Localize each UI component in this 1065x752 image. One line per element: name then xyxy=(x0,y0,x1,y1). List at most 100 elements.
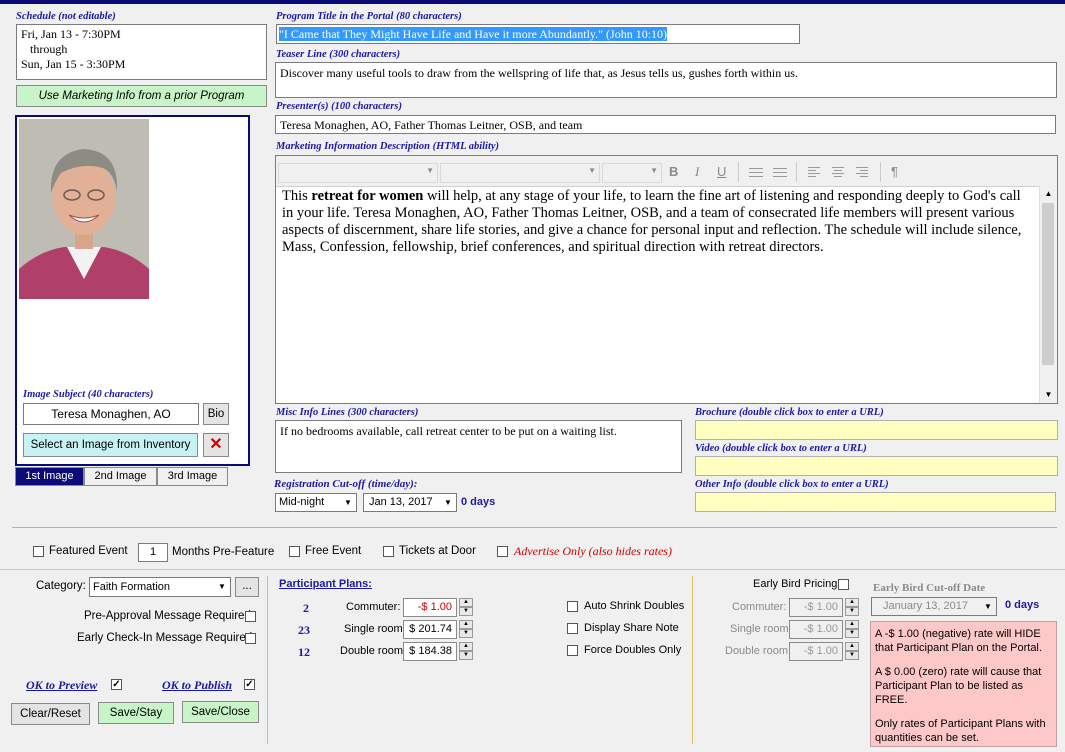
tab-3rd-image[interactable]: 3rd Image xyxy=(157,467,228,486)
early-bird-cutoff-label: Early Bird Cut-off Date xyxy=(873,582,986,594)
category-more-button[interactable]: ... xyxy=(235,577,259,597)
scroll-down-icon[interactable]: ▼ xyxy=(1040,387,1057,403)
rate-info-box: A -$ 1.00 (negative) rate will HIDE that… xyxy=(870,621,1057,747)
align-center-icon[interactable] xyxy=(832,166,844,178)
plan-count-double: 12 xyxy=(298,645,310,659)
schedule-label: Schedule (not editable) xyxy=(16,11,116,22)
scroll-up-icon[interactable]: ▲ xyxy=(1040,186,1057,202)
teaser-label: Teaser Line (300 characters) xyxy=(276,49,401,60)
bio-button[interactable]: Bio xyxy=(203,403,229,425)
select-image-button[interactable]: Select an Image from Inventory xyxy=(23,433,198,457)
force-doubles-checkbox[interactable] xyxy=(567,645,578,656)
section-divider xyxy=(0,569,1065,570)
schedule-box: Fri, Jan 13 - 7:30PM through Sun, Jan 15… xyxy=(16,24,267,80)
tab-2nd-image[interactable]: 2nd Image xyxy=(84,467,157,486)
save-close-button[interactable]: Save/Close xyxy=(182,701,259,723)
align-left-icon[interactable] xyxy=(808,166,820,178)
paragraph-marks-button[interactable]: ¶ xyxy=(891,164,898,179)
chevron-down-icon[interactable]: ▼ xyxy=(440,494,456,511)
align-right-icon[interactable] xyxy=(856,166,868,178)
bullet-list-icon[interactable] xyxy=(773,166,787,178)
description-scrollbar[interactable]: ▲ ▼ xyxy=(1039,186,1057,403)
plan-rate-commuter[interactable]: -$ 1.00 xyxy=(403,598,457,617)
pre-approval-checkbox[interactable] xyxy=(245,611,256,622)
early-checkin-label: Early Check-In Message Required xyxy=(77,632,253,644)
description-text[interactable]: This retreat for women will help, at any… xyxy=(282,188,1034,256)
participant-plans-title: Participant Plans: xyxy=(279,578,372,590)
stepper-commuter[interactable]: ▲ ▼ xyxy=(459,598,473,617)
early-bird-checkbox[interactable] xyxy=(838,579,849,590)
plan-rate-double[interactable]: $ 184.38 xyxy=(403,642,457,661)
free-event-label: Free Event xyxy=(305,545,362,557)
featured-checkbox[interactable] xyxy=(33,546,44,557)
category-value: Faith Formation xyxy=(93,581,171,593)
advertise-checkbox[interactable] xyxy=(497,546,508,557)
chevron-down-icon[interactable]: ▼ xyxy=(980,598,996,615)
eb-label-commuter: Commuter: xyxy=(732,601,787,613)
ok-to-preview-checkbox[interactable]: ✓ xyxy=(111,679,122,690)
eb-stepper-commuter[interactable]: ▲ ▼ xyxy=(845,598,859,617)
tickets-checkbox[interactable] xyxy=(383,546,394,557)
auto-shrink-checkbox[interactable] xyxy=(567,601,578,612)
cutoff-time-value: Mid-night xyxy=(279,496,325,508)
plan-rate-single[interactable]: $ 201.74 xyxy=(403,620,457,639)
other-info-url-input[interactable] xyxy=(695,492,1056,512)
font-size-select[interactable]: ▼ xyxy=(440,163,600,183)
save-stay-button[interactable]: Save/Stay xyxy=(98,702,174,724)
program-title-input[interactable]: "I Came that They Might Have Life and Ha… xyxy=(276,24,800,44)
toolbar-divider xyxy=(880,162,881,182)
cutoff-label: Registration Cut-off (time/day): xyxy=(274,478,418,490)
video-url-input[interactable] xyxy=(695,456,1058,476)
image-subject-input[interactable]: Teresa Monaghen, AO xyxy=(23,403,199,425)
description-label: Marketing Information Description (HTML … xyxy=(276,141,500,152)
eb-rate-double[interactable]: -$ 1.00 xyxy=(789,642,843,661)
category-select[interactable]: Faith Formation ▼ xyxy=(89,577,231,597)
early-checkin-checkbox[interactable] xyxy=(245,633,256,644)
other-info-label: Other Info (double click box to enter a … xyxy=(695,479,889,490)
eb-rate-single[interactable]: -$ 1.00 xyxy=(789,620,843,639)
eb-rate-commuter[interactable]: -$ 1.00 xyxy=(789,598,843,617)
rate-info-zero: A $ 0.00 (zero) rate will cause that Par… xyxy=(875,666,1042,706)
italic-button[interactable]: I xyxy=(695,164,699,180)
months-input[interactable]: 1 xyxy=(138,543,168,562)
ok-to-publish-label[interactable]: OK to Publish xyxy=(162,678,232,693)
style-select[interactable]: ▼ xyxy=(602,163,662,183)
program-title-text: "I Came that They Might Have Life and Ha… xyxy=(279,27,668,41)
stepper-double[interactable]: ▲ ▼ xyxy=(459,642,473,661)
eb-stepper-single[interactable]: ▲ ▼ xyxy=(845,620,859,639)
eb-stepper-double[interactable]: ▲ ▼ xyxy=(845,642,859,661)
font-select[interactable]: ▼ xyxy=(278,163,438,183)
brochure-url-input[interactable] xyxy=(695,420,1058,440)
chevron-down-icon[interactable]: ▼ xyxy=(214,578,230,595)
early-bird-days: 0 days xyxy=(1005,599,1040,611)
clear-reset-button[interactable]: Clear/Reset xyxy=(11,703,90,725)
share-note-checkbox[interactable] xyxy=(567,623,578,634)
remove-image-icon[interactable]: ✕ xyxy=(203,433,229,457)
bold-button[interactable]: B xyxy=(669,164,678,179)
schedule-start: Fri, Jan 13 - 7:30PM xyxy=(21,27,121,41)
stepper-single[interactable]: ▲ ▼ xyxy=(459,620,473,639)
underline-button[interactable]: U xyxy=(717,164,726,179)
plan-label-single: Single room xyxy=(344,623,403,635)
chevron-down-icon[interactable]: ▼ xyxy=(340,494,356,511)
cutoff-time-select[interactable]: Mid-night ▼ xyxy=(275,493,357,512)
image-panel: Image Subject (40 characters) Teresa Mon… xyxy=(15,115,250,466)
early-bird-date-value: January 13, 2017 xyxy=(883,600,969,612)
free-event-checkbox[interactable] xyxy=(289,546,300,557)
advertise-label: Advertise Only (also hides rates) xyxy=(514,544,672,558)
presenters-input[interactable]: Teresa Monaghen, AO, Father Thomas Leitn… xyxy=(275,115,1056,134)
tab-1st-image[interactable]: 1st Image xyxy=(15,467,84,486)
description-editor: ▼ ▼ ▼ B I U ¶ This retreat for women wil… xyxy=(275,155,1058,404)
numbered-list-icon[interactable] xyxy=(749,166,763,178)
use-marketing-info-button[interactable]: Use Marketing Info from a prior Program xyxy=(16,85,267,107)
scroll-thumb[interactable] xyxy=(1042,203,1054,365)
cutoff-date-select[interactable]: Jan 13, 2017 ▼ xyxy=(363,493,457,512)
ok-to-publish-checkbox[interactable]: ✓ xyxy=(244,679,255,690)
share-note-label: Display Share Note xyxy=(584,622,679,634)
early-bird-date-select[interactable]: January 13, 2017 ▼ xyxy=(871,597,997,616)
ok-to-preview-label[interactable]: OK to Preview xyxy=(26,678,97,693)
misc-input[interactable]: If no bedrooms available, call retreat c… xyxy=(275,420,682,473)
teaser-input[interactable]: Discover many useful tools to draw from … xyxy=(275,62,1057,98)
image-subject-label: Image Subject (40 characters) xyxy=(23,389,154,400)
panel-divider xyxy=(692,576,693,744)
